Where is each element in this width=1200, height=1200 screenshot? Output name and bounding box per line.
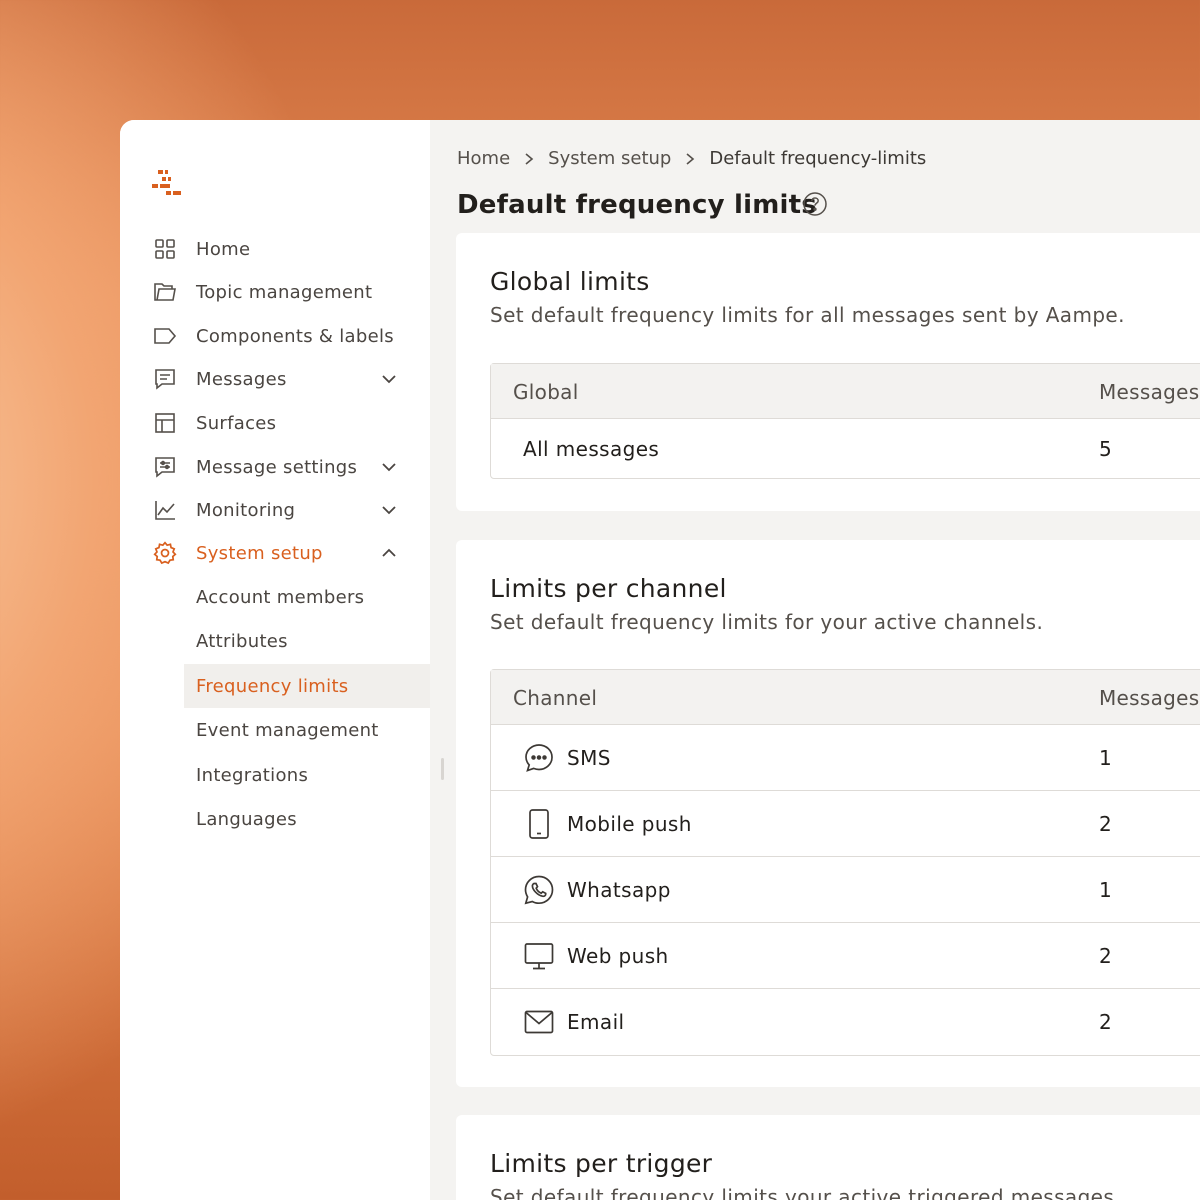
page-title: Default frequency limits: [457, 190, 817, 220]
grid-icon: [152, 236, 178, 262]
row-name: Mobile push: [567, 812, 692, 836]
help-icon[interactable]: [802, 191, 828, 217]
row-value[interactable]: 2: [1099, 944, 1112, 968]
sidebar-item-components-labels[interactable]: Components & labels: [152, 319, 412, 353]
table-row[interactable]: All messages 5: [491, 419, 1200, 478]
row-name: Whatsapp: [567, 878, 671, 902]
sidebar-item-label: Monitoring: [196, 499, 296, 521]
sidebar-item-label: Topic management: [196, 281, 373, 303]
sidebar-subitem-frequency-limits[interactable]: Frequency limits: [184, 664, 430, 708]
card-subtitle: Set default frequency limits for your ac…: [490, 610, 1044, 634]
sidebar-item-system-setup[interactable]: System setup: [152, 536, 412, 570]
sidebar-item-topic-management[interactable]: Topic management: [152, 275, 412, 309]
sms-bubble-icon: [525, 744, 553, 772]
sidebar-item-label: Message settings: [196, 456, 358, 478]
chart-icon: [152, 497, 178, 523]
sidebar-subitem-attributes[interactable]: Attributes: [184, 619, 430, 663]
chevron-up-icon[interactable]: [380, 544, 398, 562]
sidebar: Home Topic management Components & label…: [120, 120, 430, 1200]
chevron-down-icon[interactable]: [380, 370, 398, 388]
column-header-messages: Messages: [1099, 380, 1200, 404]
row-value[interactable]: 1: [1099, 878, 1112, 902]
sidebar-subitem-integrations[interactable]: Integrations: [184, 753, 430, 797]
table-row[interactable]: Email 2: [491, 989, 1200, 1055]
row-name: All messages: [523, 437, 660, 461]
aampe-logo[interactable]: [152, 170, 184, 198]
sidebar-item-label: Surfaces: [196, 412, 277, 434]
breadcrumb-system-setup[interactable]: System setup: [548, 148, 671, 169]
mobile-phone-icon: [529, 809, 549, 839]
monitor-icon: [524, 943, 554, 970]
card-title: Limits per channel: [490, 574, 727, 603]
chevron-right-icon: [686, 152, 695, 165]
global-limits-card: Global limits Set default frequency limi…: [456, 233, 1200, 511]
table-row[interactable]: Web push 2: [491, 923, 1200, 989]
channel-limits-table: Channel Messages SMS 1 Mobile push 2 Wha…: [490, 669, 1200, 1056]
row-value[interactable]: 5: [1099, 437, 1112, 461]
row-name: Web push: [567, 944, 669, 968]
tag-icon: [152, 323, 178, 349]
channel-limits-card: Limits per channel Set default frequency…: [456, 540, 1200, 1087]
sidebar-item-label: System setup: [196, 542, 323, 564]
sidebar-subitem-languages[interactable]: Languages: [184, 797, 430, 841]
card-title: Global limits: [490, 267, 650, 296]
sidebar-item-label: Messages: [196, 368, 287, 390]
sidebar-resize-handle[interactable]: [441, 758, 444, 780]
table-header: Channel Messages: [491, 670, 1200, 725]
message-settings-icon: [152, 454, 178, 480]
gear-icon: [152, 540, 178, 566]
message-icon: [152, 366, 178, 392]
row-name: Email: [567, 1010, 625, 1034]
chevron-down-icon[interactable]: [380, 501, 398, 519]
sidebar-item-monitoring[interactable]: Monitoring: [152, 493, 412, 527]
row-value[interactable]: 2: [1099, 1010, 1112, 1034]
sidebar-subitem-event-management[interactable]: Event management: [184, 708, 430, 752]
row-value[interactable]: 1: [1099, 746, 1112, 770]
card-subtitle: Set default frequency limits your active…: [490, 1185, 1121, 1200]
column-header-global: Global: [513, 380, 579, 404]
table-row[interactable]: Whatsapp 1: [491, 857, 1200, 923]
whatsapp-icon: [524, 875, 554, 905]
card-subtitle: Set default frequency limits for all mes…: [490, 303, 1125, 327]
table-row[interactable]: SMS 1: [491, 725, 1200, 791]
global-limits-table: Global Messages All messages 5: [490, 363, 1200, 479]
table-header: Global Messages: [491, 364, 1200, 419]
layout-icon: [152, 410, 178, 436]
sidebar-subitem-account-members[interactable]: Account members: [184, 575, 430, 619]
column-header-messages: Messages: [1099, 686, 1200, 710]
chevron-down-icon[interactable]: [380, 458, 398, 476]
card-title: Limits per trigger: [490, 1149, 713, 1178]
row-value[interactable]: 2: [1099, 812, 1112, 836]
chevron-right-icon: [525, 152, 534, 165]
trigger-limits-card: Limits per trigger Set default frequency…: [456, 1115, 1200, 1200]
sidebar-item-label: Components & labels: [196, 325, 394, 347]
folder-icon: [152, 279, 178, 305]
sidebar-item-surfaces[interactable]: Surfaces: [152, 406, 412, 440]
sidebar-item-home[interactable]: Home: [152, 232, 412, 266]
breadcrumb: Home System setup Default frequency-limi…: [457, 148, 926, 169]
sidebar-item-message-settings[interactable]: Message settings: [152, 450, 412, 484]
table-row[interactable]: Mobile push 2: [491, 791, 1200, 857]
sidebar-item-messages[interactable]: Messages: [152, 362, 412, 396]
envelope-icon: [524, 1010, 554, 1034]
breadcrumb-current: Default frequency-limits: [709, 148, 927, 169]
breadcrumb-home[interactable]: Home: [457, 148, 510, 169]
sidebar-item-label: Home: [196, 238, 251, 260]
column-header-channel: Channel: [513, 686, 598, 710]
row-name: SMS: [567, 746, 611, 770]
